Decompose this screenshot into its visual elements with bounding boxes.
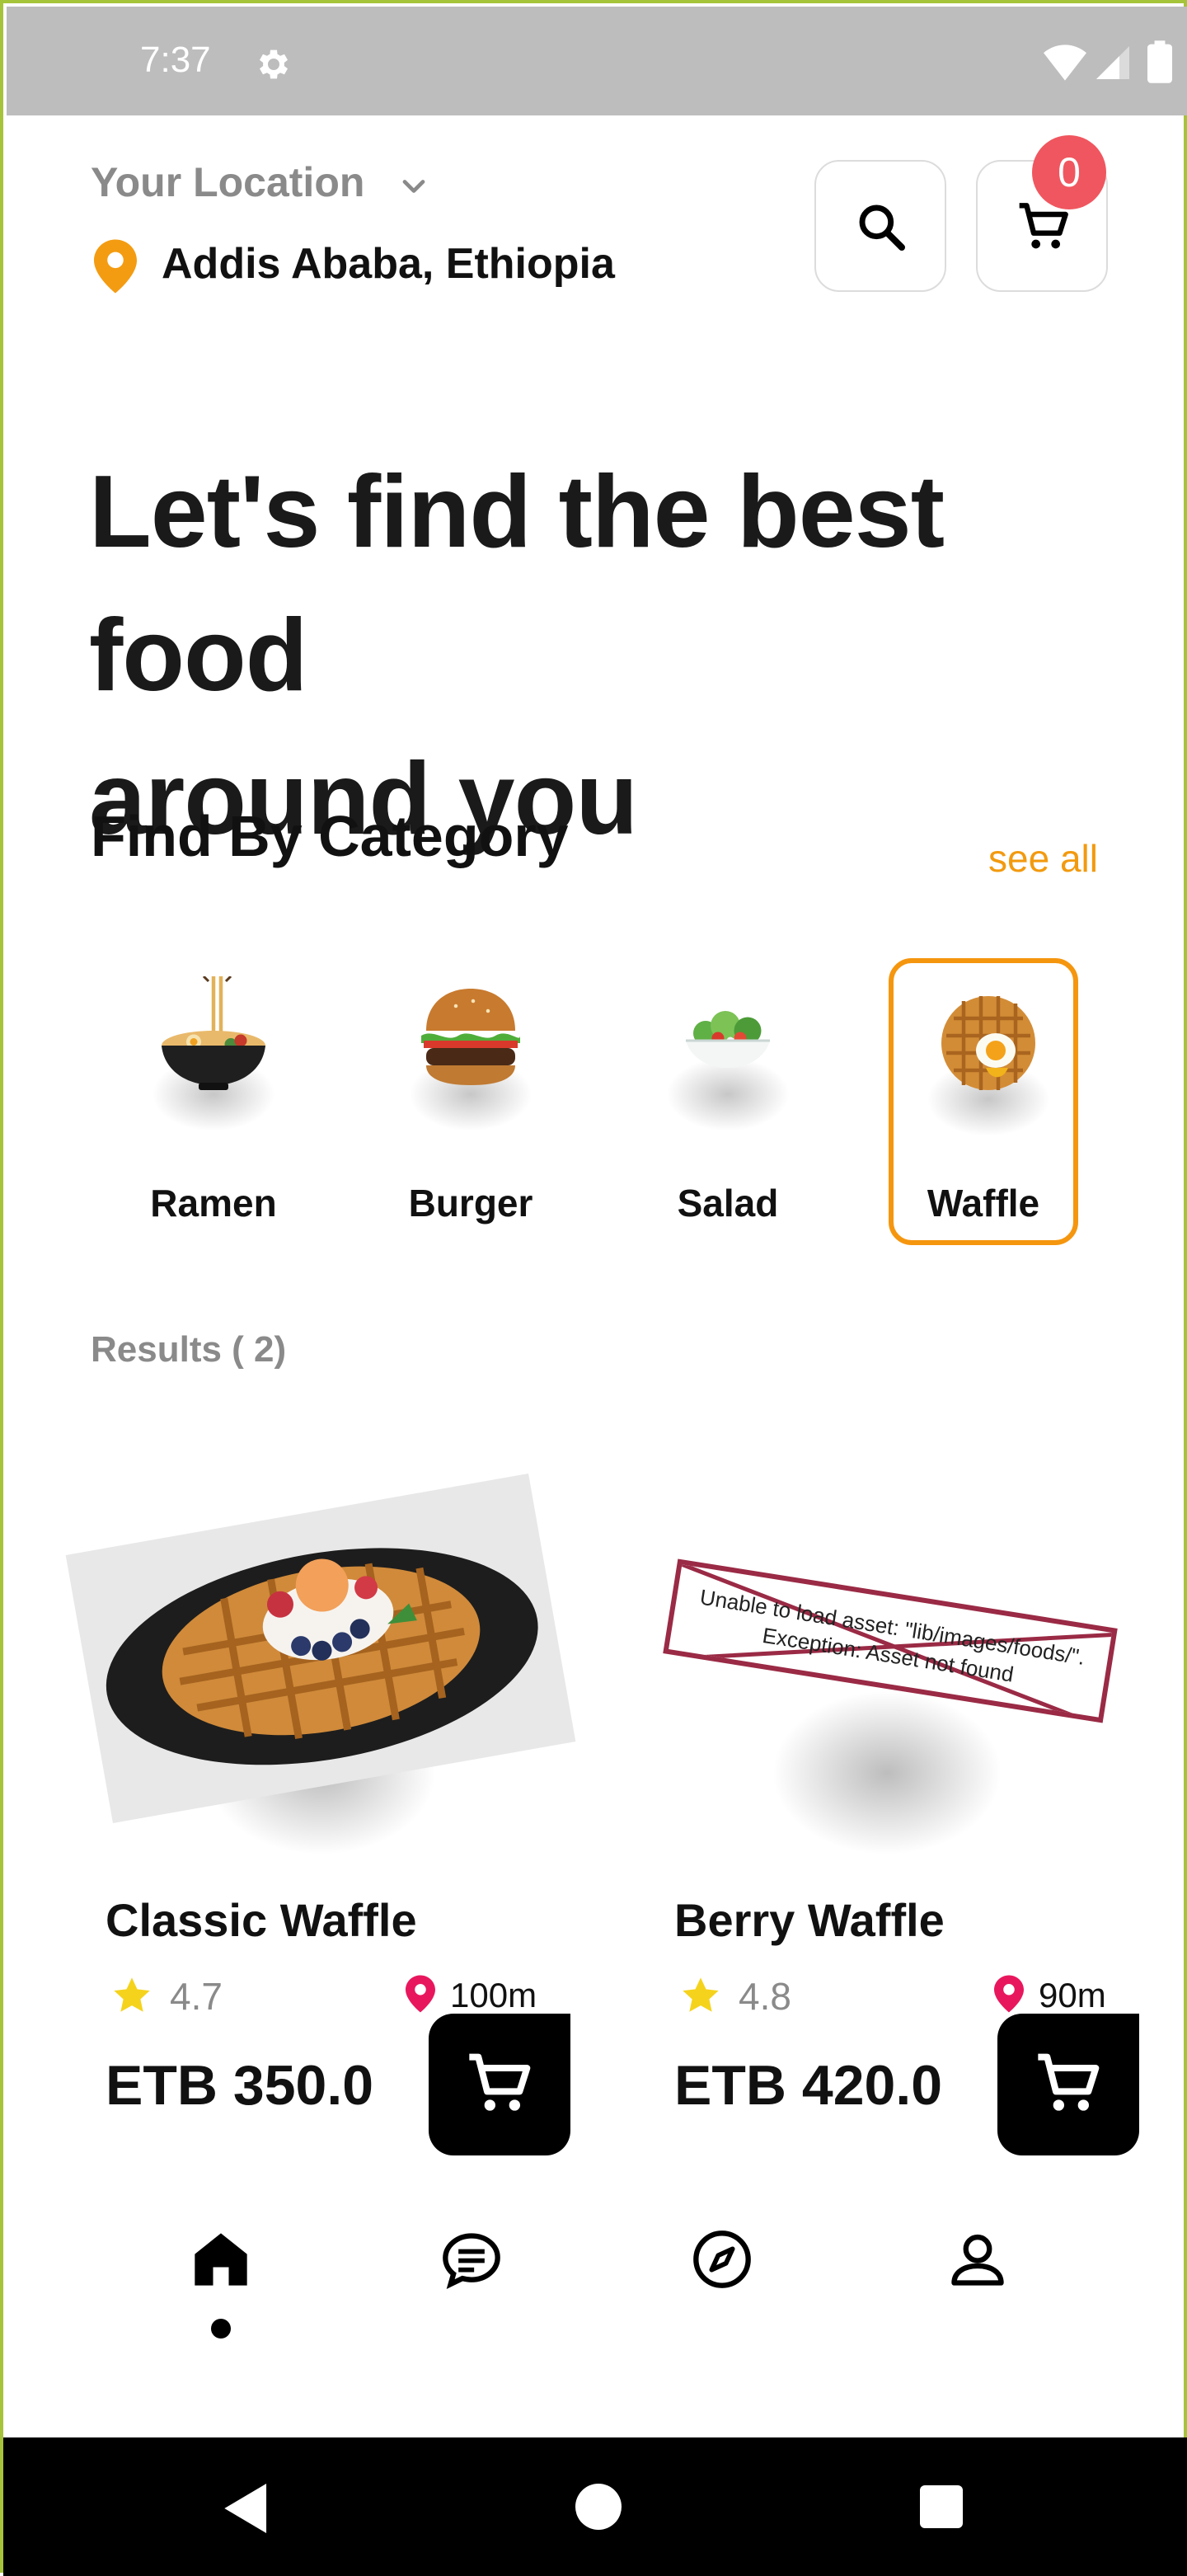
- star-icon: [683, 1977, 719, 2012]
- category-waffle[interactable]: Waffle: [889, 958, 1078, 1245]
- burger-image: [421, 989, 520, 1085]
- see-all-link[interactable]: see all: [988, 836, 1098, 881]
- active-tab-indicator: [211, 2319, 231, 2339]
- status-bar: 7:37: [7, 7, 1187, 115]
- signal-icon: [1096, 46, 1129, 79]
- home-button-icon[interactable]: [575, 2484, 622, 2530]
- gear-icon: [260, 49, 288, 79]
- search-button[interactable]: [814, 160, 946, 292]
- category-label: Salad: [677, 1182, 779, 1225]
- ramen-image: [162, 976, 265, 1090]
- category-ramen[interactable]: Ramen: [119, 958, 308, 1245]
- cart-icon: [469, 2053, 531, 2111]
- rating-value: 4.8: [739, 1975, 791, 2018]
- category-salad[interactable]: Salad: [633, 958, 823, 1245]
- food-price: ETB 420.0: [674, 2054, 943, 2117]
- explore-icon[interactable]: [691, 2228, 753, 2291]
- waffle-image: [941, 996, 1035, 1090]
- cart-count-badge: 0: [1032, 135, 1106, 209]
- food-name: Berry Waffle: [674, 1894, 945, 1946]
- distance-value: 100m: [450, 1976, 537, 2014]
- rating-value: 4.7: [170, 1975, 223, 2018]
- distance-value: 90m: [1039, 1976, 1106, 2014]
- category-label: Waffle: [927, 1182, 1040, 1225]
- system-navigation-bar: [3, 2437, 1187, 2576]
- chat-icon[interactable]: [440, 2228, 503, 2291]
- star-icon: [114, 1977, 150, 2012]
- waffle-plate-image: [106, 1548, 538, 1765]
- category-section-title: Find By Category: [91, 804, 569, 868]
- recent-apps-icon[interactable]: [920, 2485, 963, 2528]
- add-to-cart-button[interactable]: [429, 2014, 570, 2155]
- search-icon: [859, 204, 905, 251]
- category-burger[interactable]: Burger: [376, 958, 565, 1245]
- app-screen: 7:37 Your Location Addis Ababa, Ethiopia: [0, 0, 1187, 2576]
- food-price: ETB 350.0: [106, 2054, 374, 2117]
- hero-line-1: Let's find the best food: [89, 455, 945, 712]
- category-label: Burger: [408, 1182, 533, 1225]
- home-icon[interactable]: [190, 2228, 252, 2291]
- cart-icon: [1038, 2053, 1100, 2111]
- profile-icon[interactable]: [946, 2228, 1009, 2291]
- location-label[interactable]: Your Location: [91, 158, 364, 206]
- battery-icon: [1147, 40, 1172, 83]
- food-name: Classic Waffle: [106, 1894, 417, 1946]
- status-time: 7:37: [140, 40, 211, 80]
- wifi-icon: [1044, 45, 1086, 81]
- add-to-cart-button[interactable]: [997, 2014, 1139, 2155]
- cart-icon: [1019, 203, 1068, 249]
- distance-pin-icon: [406, 1975, 435, 2013]
- results-count: Results ( 2): [91, 1329, 287, 1370]
- chevron-down-icon[interactable]: [396, 168, 432, 204]
- distance-pin-icon: [994, 1975, 1024, 2013]
- card-shadow: [772, 1690, 1002, 1855]
- classic-waffle-image[interactable]: [65, 1474, 576, 1823]
- location-value: Addis Ababa, Ethiopia: [162, 240, 615, 288]
- category-label: Ramen: [150, 1182, 277, 1225]
- salad-image: [686, 1011, 770, 1068]
- back-icon[interactable]: [224, 2484, 270, 2533]
- location-pin-icon: [94, 239, 137, 294]
